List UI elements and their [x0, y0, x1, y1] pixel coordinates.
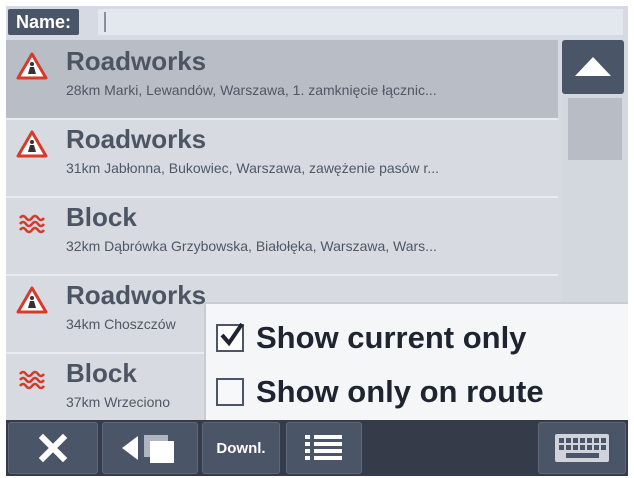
back-icon	[122, 435, 174, 463]
item-detail: 31km Jabłonna, Bukowiec, Warszawa, zawęż…	[66, 160, 439, 176]
roadworks-icon	[16, 130, 48, 158]
bottom-toolbar: Downl.	[6, 420, 628, 476]
keyboard-button[interactable]	[538, 422, 626, 474]
option-label: Show only on route	[256, 374, 544, 409]
item-detail: 28km Marki, Lewandów, Warszawa, 1. zamkn…	[66, 82, 437, 98]
road-block-icon	[19, 214, 45, 234]
item-title: Roadworks	[66, 46, 207, 76]
item-title: Block	[66, 202, 137, 232]
search-bar: Name:	[6, 6, 628, 40]
traffic-events-screen: Name: Roadworks 28km Marki, Lewandów, Wa…	[6, 6, 628, 476]
filter-popup-menu: Show current only Show only on route	[204, 302, 628, 422]
roadworks-icon	[16, 52, 48, 80]
back-button[interactable]	[102, 422, 198, 474]
download-label: Downl.	[216, 439, 266, 457]
keyboard-icon	[555, 434, 609, 462]
checkmark-icon	[220, 322, 244, 347]
name-search-input[interactable]	[98, 9, 623, 35]
item-detail: 32km Dąbrówka Grzybowska, Białołęka, War…	[66, 238, 437, 254]
download-button[interactable]: Downl.	[202, 422, 280, 474]
item-title: Roadworks	[66, 280, 207, 310]
close-button[interactable]	[8, 422, 98, 474]
name-label: Name:	[8, 9, 80, 35]
road-block-icon	[19, 370, 45, 390]
roadworks-icon	[16, 286, 48, 314]
text-caret	[104, 12, 106, 32]
arrow-up-icon	[575, 57, 611, 76]
show-only-on-route-checkbox[interactable]	[216, 378, 244, 406]
option-label: Show current only	[256, 320, 527, 355]
scroll-up-button[interactable]	[562, 40, 624, 94]
list-item[interactable]: Block 32km Dąbrówka Grzybowska, Białołęk…	[6, 196, 558, 276]
close-icon	[38, 433, 68, 463]
item-title: Roadworks	[66, 124, 207, 154]
scroll-thumb[interactable]	[568, 98, 622, 160]
list-item[interactable]: Roadworks 28km Marki, Lewandów, Warszawa…	[6, 40, 558, 120]
list-icon	[305, 435, 342, 460]
show-current-only-checkbox[interactable]	[216, 322, 244, 352]
list-item[interactable]: Roadworks 31km Jabłonna, Bukowiec, Warsz…	[6, 118, 558, 198]
item-title: Block	[66, 358, 137, 388]
list-view-button[interactable]	[286, 422, 362, 474]
